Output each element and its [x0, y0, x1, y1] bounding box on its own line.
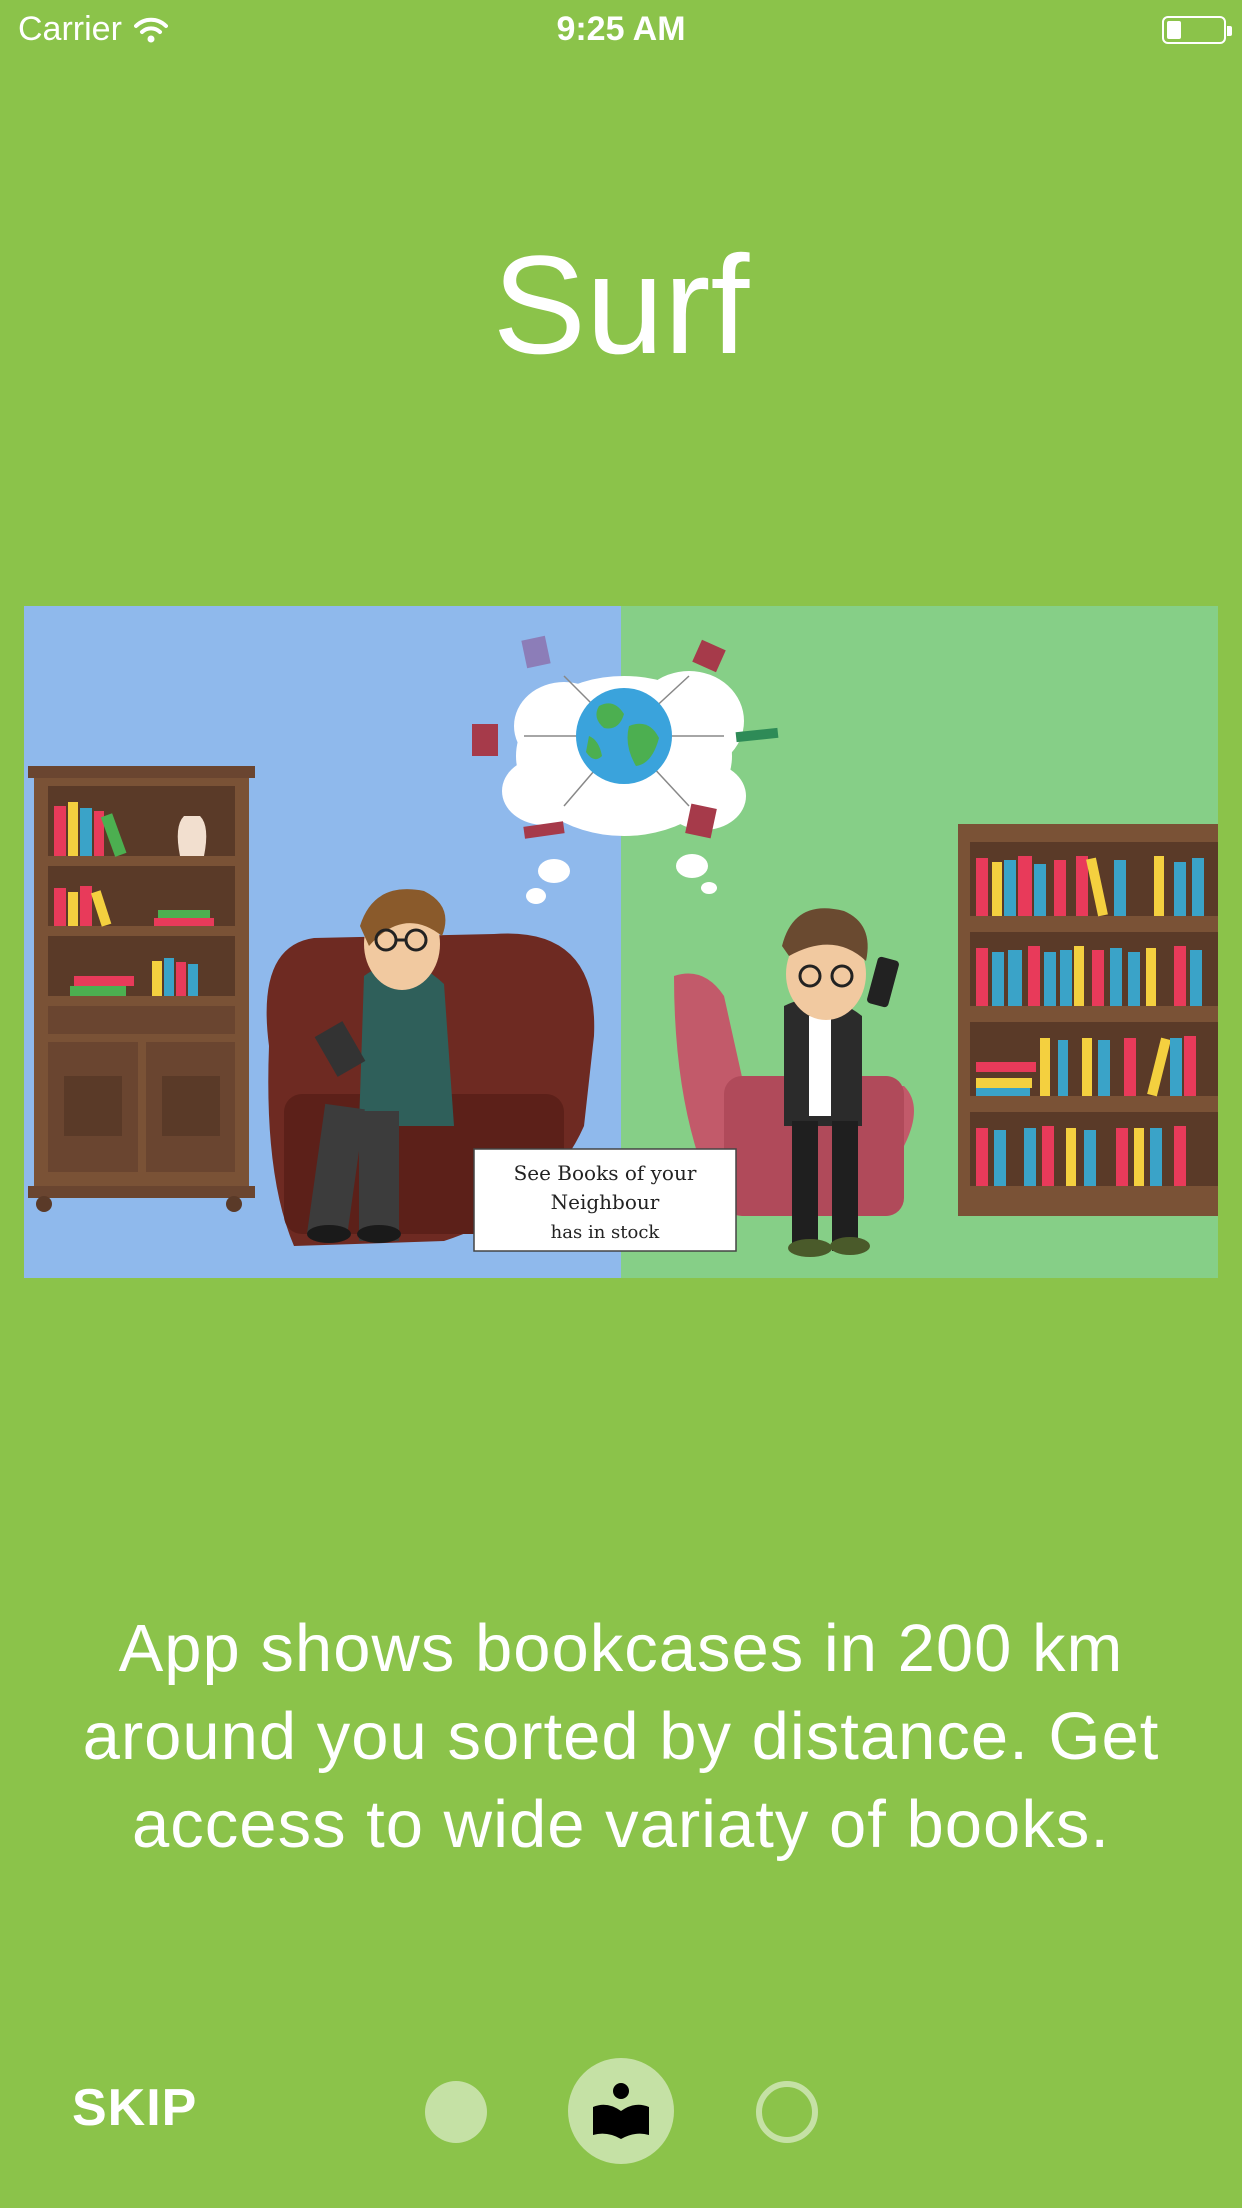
page-indicator-1[interactable] — [425, 2081, 487, 2143]
onboarding-description: App shows bookcases in 200 km around you… — [82, 1611, 1160, 1862]
page-title: Surf — [492, 226, 750, 383]
page-indicator-3[interactable] — [756, 2081, 818, 2143]
sign-line-1: See Books of your — [514, 1161, 697, 1185]
sign-line-3: has in stock — [551, 1222, 661, 1243]
book-reader-icon — [593, 2083, 649, 2139]
onboarding-illustration: See Books of your Neighbour has in stock — [24, 606, 1218, 1278]
battery-icon — [1162, 16, 1232, 44]
status-bar: Carrier 9:25 AM — [0, 0, 1242, 60]
left-bookcase — [28, 766, 255, 1212]
skip-button[interactable]: SKIP — [72, 2078, 197, 2138]
right-bookcase — [958, 824, 1218, 1216]
status-time: 9:25 AM — [556, 10, 686, 48]
sign-line-2: Neighbour — [551, 1190, 660, 1214]
page-indicator-2-active[interactable] — [568, 2058, 674, 2164]
